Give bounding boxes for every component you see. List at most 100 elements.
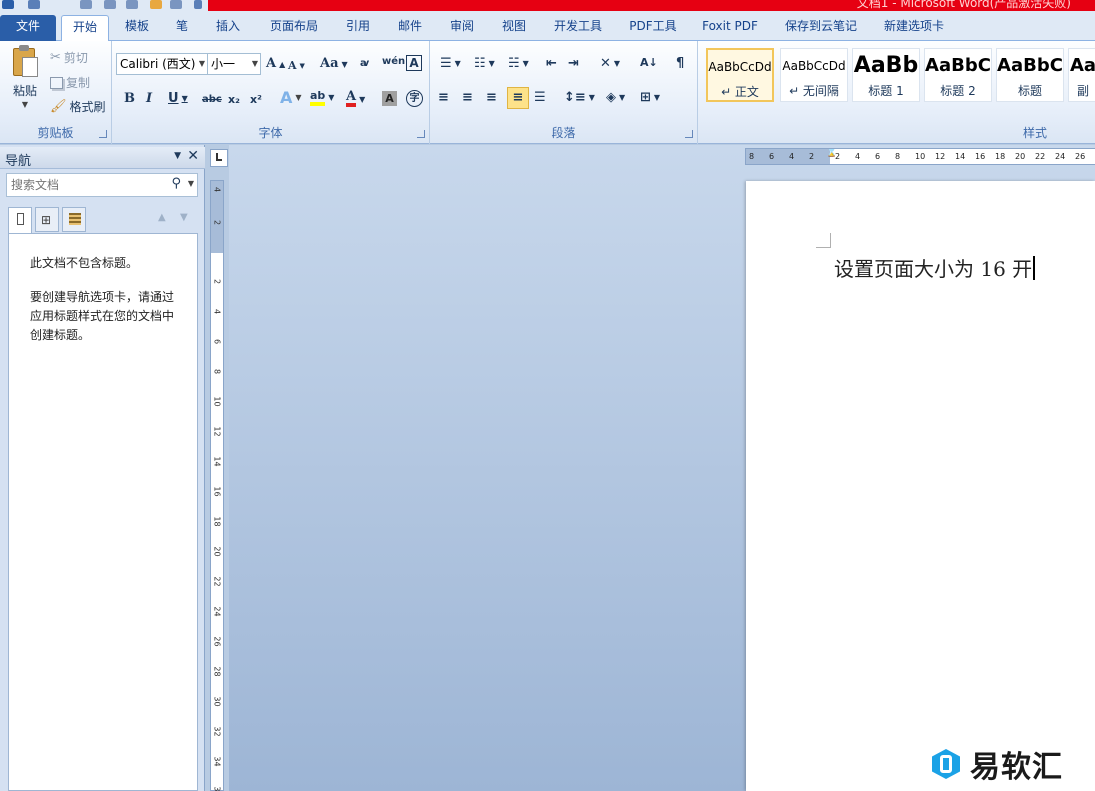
ruler-tick-label: 2 <box>212 219 222 226</box>
style-normal[interactable]: AaBbCcDd ↵ 正文 <box>706 48 774 102</box>
style-heading-2[interactable]: AaBbC 标题 2 <box>924 48 992 102</box>
paragraph-group-label: 段落 <box>551 126 576 140</box>
open-icon[interactable] <box>170 0 182 9</box>
subscript-button[interactable]: x₂ <box>228 92 240 108</box>
tab-save-to-cloud-note[interactable]: 保存到云笔记 <box>777 15 865 41</box>
paint-bucket-icon: ◈ <box>606 90 616 105</box>
close-icon[interactable]: ✕ <box>187 148 199 164</box>
copy-label: 复制 <box>66 76 91 90</box>
ruler-tick-label: 8 <box>212 368 222 375</box>
ruler-tick-label: 8 <box>895 152 901 161</box>
customize-qat-icon[interactable] <box>194 0 202 9</box>
decrease-indent-button[interactable]: ⇤ <box>546 56 557 72</box>
bold-button[interactable]: B <box>124 91 135 107</box>
headings-icon <box>17 213 24 225</box>
format-painter-button[interactable]: 🖌 格式刷 <box>50 98 106 115</box>
show-marks-button[interactable]: ¶ <box>676 56 684 72</box>
phonetic-guide-button[interactable]: wén <box>382 54 405 70</box>
distributed-button[interactable]: ☰ <box>534 90 546 106</box>
cut-button[interactable]: ✂ 剪切 <box>50 49 88 66</box>
tab-developer[interactable]: 开发工具 <box>546 15 610 41</box>
strikethrough-button[interactable]: abc <box>202 92 222 108</box>
decrease-indent-icon: ⇤ <box>546 56 557 71</box>
bullets-button[interactable]: ☰ ▼ <box>440 56 461 72</box>
tab-pdf-tools[interactable]: PDF工具 <box>622 15 684 41</box>
align-center-button[interactable]: ≡ <box>462 90 473 106</box>
font-group: Calibri (西文) ▼ 小一 ▼ A ▲ A ▼ Aa ▼ ꜹ wén A B … <box>112 41 430 144</box>
multilevel-list-button[interactable]: ☵ ▼ <box>508 56 529 72</box>
search-icon[interactable]: ⚲ <box>171 176 181 191</box>
tab-mailings[interactable]: 邮件 <box>390 15 430 41</box>
tab-browse-pages[interactable]: ⊞ <box>35 207 59 232</box>
chevron-down-icon[interactable]: ▼ <box>188 179 194 188</box>
document-body[interactable]: 设置页面大小为 16 开 <box>834 253 1036 282</box>
tab-template[interactable]: 模板 <box>117 15 157 41</box>
tab-references[interactable]: 引用 <box>338 15 378 41</box>
highlight-button[interactable]: ab ▼ <box>310 90 334 106</box>
tab-review[interactable]: 审阅 <box>442 15 482 41</box>
paste-button[interactable]: 粘贴 ▼ <box>6 45 44 109</box>
undo-icon[interactable] <box>80 0 92 9</box>
clear-format-button[interactable]: ꜹ <box>360 56 369 72</box>
align-right-button[interactable]: ≡ <box>486 90 497 106</box>
paragraph-launcher-icon[interactable] <box>685 130 693 138</box>
tab-new-tab[interactable]: 新建选项卡 <box>877 15 951 41</box>
chinese-layout-button[interactable]: ✕ ▼ <box>600 56 620 72</box>
document-page[interactable]: 设置页面大小为 16 开 <box>746 181 1095 791</box>
next-heading-icon[interactable]: ▼ <box>180 212 188 223</box>
font-launcher-icon[interactable] <box>417 130 425 138</box>
text-effects-button[interactable]: A ▼ <box>280 90 302 106</box>
pane-options-icon[interactable]: ▼ <box>174 151 181 161</box>
tab-browse-headings[interactable] <box>8 207 32 234</box>
spelling-icon[interactable] <box>126 0 138 9</box>
tab-view[interactable]: 视图 <box>494 15 534 41</box>
justify-button[interactable]: ≡ <box>507 87 529 109</box>
enclose-characters-button[interactable]: 字 <box>406 90 423 107</box>
tab-pen[interactable]: 笔 <box>170 15 194 41</box>
tab-insert[interactable]: 插入 <box>208 15 248 41</box>
italic-button[interactable]: I <box>146 91 152 107</box>
sort-button[interactable]: A↓ <box>640 55 658 71</box>
align-left-button[interactable]: ≡ <box>438 90 449 106</box>
style-subtitle[interactable]: Aa 副 <box>1068 48 1095 102</box>
font-size-combo[interactable]: 小一 ▼ <box>207 53 261 75</box>
search-box[interactable]: ⚲ ▼ <box>6 173 198 197</box>
tab-home[interactable]: 开始 <box>61 15 109 41</box>
grow-font-button[interactable]: A ▲ <box>266 56 285 72</box>
document-text: 设置页面大小为 16 开 <box>834 257 1033 281</box>
horizontal-ruler[interactable]: ⌛ 8 6 4 2 2 4 6 8 10 12 14 16 18 20 22 24 26 <box>745 148 1095 165</box>
font-color-button[interactable]: A ▼ <box>346 90 365 107</box>
increase-indent-button[interactable]: ⇥ <box>568 56 579 72</box>
borders-button[interactable]: ⊞ ▼ <box>640 90 660 106</box>
print-preview-icon[interactable] <box>104 0 116 9</box>
shading-button[interactable]: ◈ ▼ <box>606 90 625 106</box>
shrink-font-button[interactable]: A ▼ <box>288 58 305 74</box>
line-spacing-button[interactable]: ↕≡ ▼ <box>564 90 595 106</box>
save-icon[interactable] <box>28 0 40 9</box>
clipboard-launcher-icon[interactable] <box>99 130 107 138</box>
style-no-spacing[interactable]: AaBbCcDd ↵ 无间隔 <box>780 48 848 102</box>
align-center-icon: ≡ <box>462 90 473 105</box>
copy-button[interactable]: 复制 <box>50 74 90 91</box>
style-heading-1[interactable]: AaBb 标题 1 <box>852 48 920 102</box>
character-border-button[interactable]: A <box>406 55 422 71</box>
chevron-down-icon: ▼ <box>198 59 205 68</box>
character-shading-button[interactable]: A <box>382 91 397 106</box>
tab-foxit-pdf[interactable]: Foxit PDF <box>697 15 763 41</box>
ruler-tick-label: 8 <box>749 152 755 161</box>
font-name-combo[interactable]: Calibri (西文) ▼ <box>116 53 208 75</box>
vertical-ruler[interactable]: 4224681012141618202224262830323436 <box>210 180 224 791</box>
new-doc-icon[interactable] <box>150 0 162 9</box>
previous-heading-icon[interactable]: ▲ <box>158 212 166 223</box>
word-app-icon[interactable] <box>2 0 14 9</box>
search-input[interactable] <box>7 174 157 196</box>
style-title[interactable]: AaBbC 标题 <box>996 48 1064 102</box>
tab-browse-results[interactable] <box>62 207 86 232</box>
superscript-button[interactable]: x² <box>250 92 262 108</box>
numbering-button[interactable]: ☷ ▼ <box>474 56 495 72</box>
underline-button[interactable]: U ▼ <box>168 91 188 107</box>
tab-selector-button[interactable] <box>210 149 228 167</box>
tab-file[interactable]: 文件 <box>0 15 56 41</box>
change-case-button[interactable]: Aa ▼ <box>320 56 348 72</box>
tab-page-layout[interactable]: 页面布局 <box>262 15 326 41</box>
